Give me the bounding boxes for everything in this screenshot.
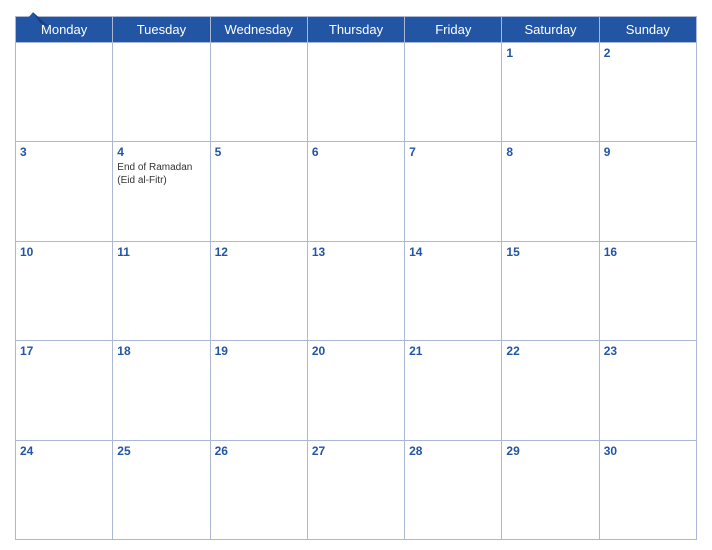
day-number: 12 <box>215 245 303 259</box>
day-number: 25 <box>117 444 205 458</box>
weekday-header-wednesday: Wednesday <box>210 17 307 43</box>
calendar-cell <box>210 43 307 142</box>
day-number: 2 <box>604 46 692 60</box>
day-number: 30 <box>604 444 692 458</box>
day-number: 29 <box>506 444 594 458</box>
day-number: 20 <box>312 344 400 358</box>
day-number: 3 <box>20 145 108 159</box>
calendar-cell: 3 <box>16 142 113 241</box>
day-number: 26 <box>215 444 303 458</box>
calendar-cell: 23 <box>599 341 696 440</box>
calendar-cell: 2 <box>599 43 696 142</box>
calendar-cell: 1 <box>502 43 599 142</box>
day-number: 6 <box>312 145 400 159</box>
day-number: 17 <box>20 344 108 358</box>
day-number: 28 <box>409 444 497 458</box>
calendar-cell <box>307 43 404 142</box>
day-number: 4 <box>117 145 205 159</box>
day-number: 24 <box>20 444 108 458</box>
day-number: 21 <box>409 344 497 358</box>
calendar-cell: 28 <box>405 440 502 539</box>
calendar-cell: 18 <box>113 341 210 440</box>
calendar-cell <box>16 43 113 142</box>
week-row-3: 10 11 12 13 14 15 16 <box>16 241 697 340</box>
day-number: 11 <box>117 245 205 259</box>
day-number: 16 <box>604 245 692 259</box>
calendar-cell: 30 <box>599 440 696 539</box>
calendar-cell: 26 <box>210 440 307 539</box>
calendar-cell: 24 <box>16 440 113 539</box>
weekday-header-thursday: Thursday <box>307 17 404 43</box>
logo-bird-icon <box>15 10 51 38</box>
day-number: 10 <box>20 245 108 259</box>
logo <box>15 10 51 38</box>
day-number: 7 <box>409 145 497 159</box>
calendar-cell <box>405 43 502 142</box>
day-number: 22 <box>506 344 594 358</box>
calendar-cell: 12 <box>210 241 307 340</box>
day-number: 15 <box>506 245 594 259</box>
calendar-cell: 21 <box>405 341 502 440</box>
day-number: 27 <box>312 444 400 458</box>
calendar-cell: 13 <box>307 241 404 340</box>
calendar-cell: 4 End of Ramadan (Eid al-Fitr) <box>113 142 210 241</box>
day-number: 5 <box>215 145 303 159</box>
week-row-1: 12 <box>16 43 697 142</box>
day-number: 13 <box>312 245 400 259</box>
day-number: 9 <box>604 145 692 159</box>
holiday-label: End of Ramadan (Eid al-Fitr) <box>117 161 205 187</box>
weekday-header-friday: Friday <box>405 17 502 43</box>
calendar-cell: 5 <box>210 142 307 241</box>
calendar-cell: 16 <box>599 241 696 340</box>
day-number: 14 <box>409 245 497 259</box>
weekday-header-sunday: Sunday <box>599 17 696 43</box>
weekday-header-saturday: Saturday <box>502 17 599 43</box>
calendar-cell: 27 <box>307 440 404 539</box>
day-number: 18 <box>117 344 205 358</box>
day-number: 8 <box>506 145 594 159</box>
calendar-cell <box>113 43 210 142</box>
calendar-cell: 19 <box>210 341 307 440</box>
day-number: 1 <box>506 46 594 60</box>
calendar-cell: 15 <box>502 241 599 340</box>
calendar-cell: 17 <box>16 341 113 440</box>
calendar-cell: 11 <box>113 241 210 340</box>
weekday-header-row: MondayTuesdayWednesdayThursdayFridaySatu… <box>16 17 697 43</box>
week-row-4: 17 18 19 20 21 22 23 <box>16 341 697 440</box>
week-row-5: 24 25 26 27 28 29 30 <box>16 440 697 539</box>
calendar-cell: 7 <box>405 142 502 241</box>
week-row-2: 34 End of Ramadan (Eid al-Fitr) 56789 <box>16 142 697 241</box>
calendar-wrapper: MondayTuesdayWednesdayThursdayFridaySatu… <box>0 0 712 550</box>
calendar-cell: 10 <box>16 241 113 340</box>
calendar-cell: 22 <box>502 341 599 440</box>
calendar-cell: 14 <box>405 241 502 340</box>
weekday-header-tuesday: Tuesday <box>113 17 210 43</box>
day-number: 19 <box>215 344 303 358</box>
calendar-cell: 6 <box>307 142 404 241</box>
calendar-cell: 20 <box>307 341 404 440</box>
day-number: 23 <box>604 344 692 358</box>
calendar-cell: 25 <box>113 440 210 539</box>
calendar-cell: 8 <box>502 142 599 241</box>
calendar-cell: 29 <box>502 440 599 539</box>
calendar-cell: 9 <box>599 142 696 241</box>
calendar-table: MondayTuesdayWednesdayThursdayFridaySatu… <box>15 16 697 540</box>
